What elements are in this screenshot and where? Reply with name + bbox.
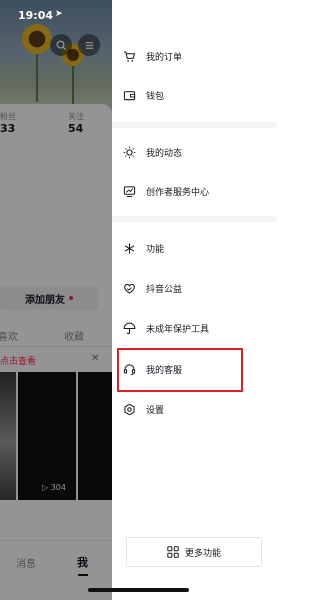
grid-icon — [167, 543, 179, 562]
menu-item-activity[interactable]: 我的动态 — [122, 140, 272, 164]
highlight-box — [117, 348, 243, 392]
menu-item-label: 钱包 — [146, 91, 165, 102]
menu-item-wallet[interactable]: 钱包 — [122, 83, 272, 107]
menu-item-label: 我的订单 — [146, 52, 183, 63]
menu-item-label: 抖音公益 — [146, 284, 183, 295]
sun-icon — [122, 145, 136, 159]
asterisk-icon — [122, 241, 136, 255]
menu-item-label: 我的动态 — [146, 148, 183, 159]
menu-item-creator-center[interactable]: 创作者服务中心 — [122, 179, 272, 203]
side-drawer: 我的订单 钱包 我的动态 创作者服务中心 功能 抖音公益 未成年保护工具 我的客… — [88, 0, 277, 600]
cart-icon — [122, 49, 136, 63]
heart-hand-icon — [122, 281, 136, 295]
more-features-button[interactable]: 更多功能 — [126, 537, 262, 567]
menu-item-label: 未成年保护工具 — [146, 324, 210, 335]
section-divider — [112, 216, 277, 222]
settings-hexagon-icon — [122, 402, 136, 416]
section-divider — [112, 122, 277, 128]
menu-item-settings[interactable]: 设置 — [122, 397, 272, 421]
menu-item-charity[interactable]: 抖音公益 — [122, 276, 272, 300]
menu-item-label: 创作者服务中心 — [146, 187, 210, 198]
menu-item-label: 设置 — [146, 405, 165, 416]
menu-item-label: 功能 — [146, 244, 165, 255]
umbrella-icon — [122, 321, 136, 335]
menu-item-features[interactable]: 功能 — [122, 236, 272, 260]
home-indicator[interactable] — [88, 588, 189, 592]
more-features-label: 更多功能 — [184, 548, 221, 559]
location-arrow-icon: ➤ — [55, 9, 63, 19]
menu-item-orders[interactable]: 我的订单 — [122, 44, 272, 68]
menu-item-minor-protection[interactable]: 未成年保护工具 — [122, 316, 272, 340]
creator-chart-icon — [122, 184, 136, 198]
dim-overlay[interactable] — [0, 0, 112, 600]
status-time: 19:04 — [18, 9, 54, 22]
wallet-icon — [122, 88, 136, 102]
